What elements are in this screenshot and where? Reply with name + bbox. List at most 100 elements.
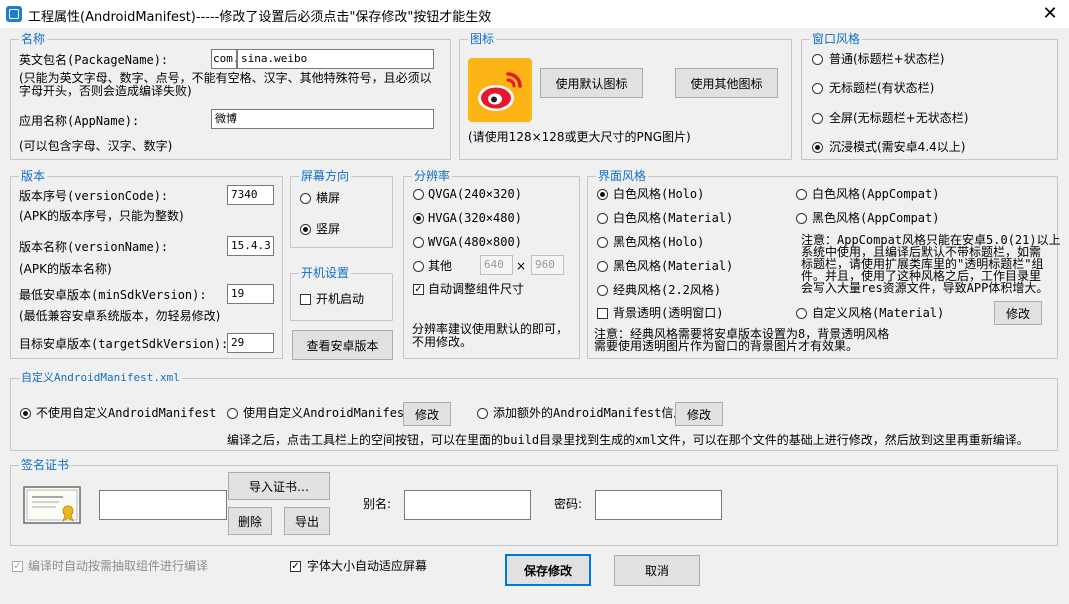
resolution-radio-qvga[interactable]	[413, 189, 424, 200]
resolution-label-hvga[interactable]: HVGA(320×480)	[428, 211, 522, 225]
signature-legend: 签名证书	[19, 457, 72, 473]
orientation-group: 屏幕方向 横屏 竖屏	[290, 168, 393, 248]
auto-extract-checkbox[interactable]: ✓	[12, 561, 23, 572]
password-input[interactable]	[595, 490, 722, 520]
version-group: 版本 版本序号(versionCode): 7340 (APK的版本序号，只能为…	[10, 168, 283, 359]
ui-style-radio-white-holo[interactable]	[597, 189, 608, 200]
manifest-label-none[interactable]: 不使用自定义AndroidManifest	[36, 406, 216, 420]
delete-certificate-button[interactable]: 删除	[228, 507, 272, 535]
target-sdk-input[interactable]: 29	[227, 333, 274, 353]
orientation-radio-landscape[interactable]	[300, 193, 311, 204]
resolution-label-wvga[interactable]: WVGA(480×800)	[428, 235, 522, 249]
save-button[interactable]: 保存修改	[505, 554, 591, 586]
bg-transparent-checkbox[interactable]	[597, 308, 608, 319]
window-style-radio-0[interactable]	[812, 54, 823, 65]
orientation-radio-portrait[interactable]	[300, 224, 311, 235]
ui-style-label-white-appcompat[interactable]: 白色风格(AppCompat)	[812, 187, 939, 201]
window-style-label-3[interactable]: 沉浸模式(需安卓4.4以上)	[829, 140, 965, 154]
resolution-hint-2: 不用修改。	[412, 335, 473, 349]
ui-style-radio-black-appcompat[interactable]	[796, 213, 807, 224]
custom-manifest-legend: 自定义AndroidManifest.xml	[19, 370, 182, 386]
import-certificate-button[interactable]: 导入证书…	[228, 472, 330, 500]
ui-style-label-white-holo[interactable]: 白色风格(Holo)	[613, 187, 704, 201]
use-other-icon-button[interactable]: 使用其他图标	[675, 68, 778, 98]
ui-style-radio-classic[interactable]	[597, 285, 608, 296]
password-label: 密码:	[554, 497, 583, 511]
resolution-radio-wvga[interactable]	[413, 237, 424, 248]
icon-group-legend: 图标	[468, 31, 497, 47]
bg-transparent-label[interactable]: 背景透明(透明窗口)	[613, 306, 723, 320]
app-name-label: 应用名称(AppName):	[19, 114, 140, 128]
boot-checkbox[interactable]	[300, 294, 311, 305]
ui-style-label-custom-material[interactable]: 自定义风格(Material)	[812, 306, 944, 320]
version-name-input[interactable]: 15.4.3	[227, 236, 274, 256]
window-style-radio-3[interactable]	[812, 142, 823, 153]
window-style-radio-2[interactable]	[812, 113, 823, 124]
name-group: 名称 英文包名(PackageName): com. sina.weibo (只…	[10, 31, 451, 160]
font-auto-label[interactable]: 字体大小自动适应屏幕	[307, 559, 427, 573]
window-title: 工程属性(AndroidManifest)-----修改了设置后必须点击"保存修…	[28, 10, 492, 25]
manifest-radio-none[interactable]	[20, 408, 31, 419]
auto-resize-checkbox[interactable]: ✓	[413, 284, 424, 295]
ui-style-radio-white-material[interactable]	[597, 213, 608, 224]
window-style-label-2[interactable]: 全屏(无标题栏+无状态栏)	[829, 111, 968, 125]
cancel-button[interactable]: 取消	[614, 555, 700, 586]
manifest-label-extra[interactable]: 添加额外的AndroidManifest信息	[493, 406, 685, 420]
resolution-radio-other[interactable]	[413, 261, 424, 272]
ui-style-bottom-note-2: 需要使用透明图片作为窗口的背景图片才有效果。	[594, 339, 859, 353]
use-default-icon-button[interactable]: 使用默认图标	[540, 68, 643, 98]
resolution-label-qvga[interactable]: QVGA(240×320)	[428, 187, 522, 201]
app-name-input[interactable]: 微博	[211, 109, 434, 129]
window-style-label-0[interactable]: 普通(标题栏+状态栏)	[829, 52, 944, 66]
window-style-radio-1[interactable]	[812, 83, 823, 94]
ui-style-radio-black-holo[interactable]	[597, 237, 608, 248]
manifest-custom-modify-button[interactable]: 修改	[403, 402, 451, 426]
version-code-hint: (APK的版本序号，只能为整数)	[19, 209, 184, 223]
resolution-width-input[interactable]: 640	[480, 255, 513, 275]
ui-style-radio-custom-material[interactable]	[796, 308, 807, 319]
custom-manifest-group: 自定义AndroidManifest.xml 不使用自定义AndroidMani…	[10, 370, 1058, 451]
ui-style-label-black-appcompat[interactable]: 黑色风格(AppCompat)	[812, 211, 939, 225]
manifest-label-custom[interactable]: 使用自定义AndroidManifest	[243, 406, 411, 420]
certificate-path-input[interactable]	[99, 490, 227, 520]
ui-style-label-white-material[interactable]: 白色风格(Material)	[613, 211, 733, 225]
alias-input[interactable]	[404, 490, 531, 520]
resolution-radio-hvga[interactable]	[413, 213, 424, 224]
ui-style-legend: 界面风格	[596, 168, 649, 184]
window-style-legend: 窗口风格	[810, 31, 863, 47]
min-sdk-input[interactable]: 19	[227, 284, 274, 304]
boot-legend: 开机设置	[299, 265, 352, 281]
package-label: 英文包名(PackageName):	[19, 53, 169, 67]
window-style-label-1[interactable]: 无标题栏(有状态栏)	[829, 81, 934, 95]
app-name-hint: (可以包含字母、汉字、数字)	[19, 139, 173, 153]
manifest-radio-custom[interactable]	[227, 408, 238, 419]
ui-style-radio-white-appcompat[interactable]	[796, 189, 807, 200]
export-certificate-button[interactable]: 导出	[284, 507, 330, 535]
resolution-label-other[interactable]: 其他	[428, 259, 452, 273]
view-android-version-button[interactable]: 查看安卓版本	[292, 330, 393, 360]
resolution-hint-1: 分辨率建议使用默认的即可，	[412, 322, 569, 336]
boot-group: 开机设置 开机启动	[290, 265, 393, 321]
font-auto-checkbox[interactable]: ✓	[290, 561, 301, 572]
manifest-radio-extra[interactable]	[477, 408, 488, 419]
manifest-extra-modify-button[interactable]: 修改	[675, 402, 723, 426]
ui-style-label-classic[interactable]: 经典风格(2.2风格)	[613, 283, 721, 297]
ui-style-radio-black-material[interactable]	[597, 261, 608, 272]
min-sdk-hint: (最低兼容安卓系统版本，勿轻易修改)	[19, 309, 221, 323]
auto-extract-label[interactable]: 编译时自动按需抽取组件进行编译	[28, 559, 208, 573]
auto-resize-label[interactable]: 自动调整组件尺寸	[428, 282, 524, 296]
version-code-input[interactable]: 7340	[227, 185, 274, 205]
version-code-label: 版本序号(versionCode):	[19, 189, 169, 203]
orientation-label-portrait[interactable]: 竖屏	[316, 222, 340, 236]
resolution-group: 分辨率 QVGA(240×320) HVGA(320×480) WVGA(480…	[403, 168, 580, 359]
weibo-logo-icon[interactable]	[468, 58, 532, 122]
resolution-height-input[interactable]: 960	[531, 255, 564, 275]
orientation-label-landscape[interactable]: 横屏	[316, 191, 340, 205]
ui-style-label-black-material[interactable]: 黑色风格(Material)	[613, 259, 733, 273]
close-icon[interactable]: ✕	[1036, 2, 1064, 26]
ui-style-modify-button[interactable]: 修改	[994, 301, 1042, 325]
ui-style-label-black-holo[interactable]: 黑色风格(Holo)	[613, 235, 704, 249]
package-name-input[interactable]: sina.weibo	[237, 49, 434, 69]
boot-label[interactable]: 开机启动	[316, 292, 364, 306]
orientation-legend: 屏幕方向	[299, 168, 352, 184]
